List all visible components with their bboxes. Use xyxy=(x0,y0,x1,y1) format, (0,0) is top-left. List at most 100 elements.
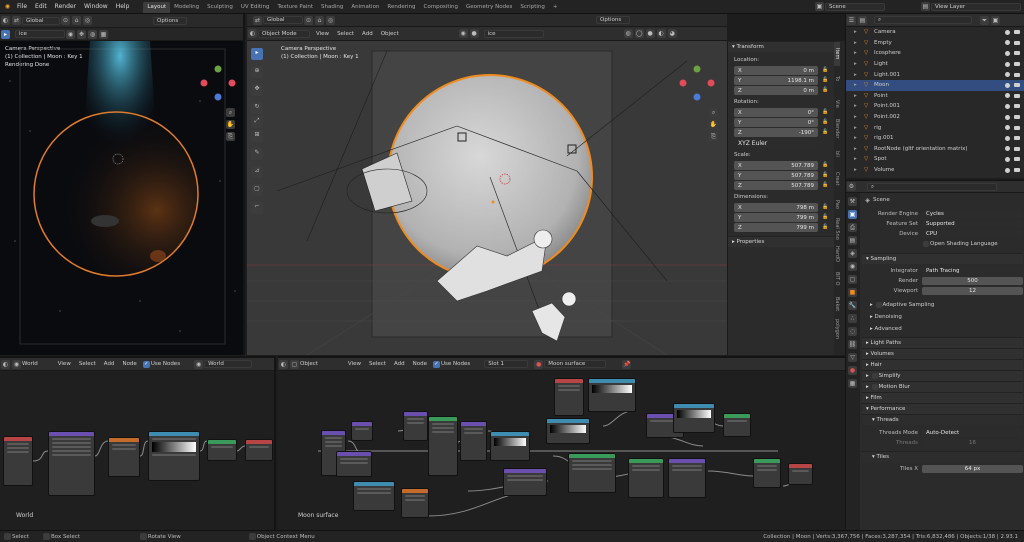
world-node-menu[interactable]: Node xyxy=(122,361,136,367)
shader-node-editor[interactable]: ◐ ▢ Object View Select Add Node ✓ Use No… xyxy=(278,356,845,530)
threads-header[interactable]: ▾ Threads xyxy=(862,414,1023,425)
outliner-item[interactable]: ▸ ▽ Volume xyxy=(846,165,1024,176)
constraints-tab-icon[interactable]: ⛓ xyxy=(848,340,857,349)
outliner-item[interactable]: ▸ ▽ rig xyxy=(846,122,1024,133)
lock-icon[interactable]: 🔓 xyxy=(822,182,828,188)
expand-arrow-icon[interactable]: ▸ xyxy=(854,167,864,173)
outliner-item[interactable]: ▸ ▽ Light xyxy=(846,59,1024,70)
visibility-eye-icon[interactable] xyxy=(1005,29,1010,35)
wireframe-icon[interactable]: ◯ xyxy=(634,29,644,38)
tab-sculpting[interactable]: Sculpting xyxy=(203,2,237,13)
expand-arrow-icon[interactable]: ▸ xyxy=(854,93,864,99)
tab-uv-editing[interactable]: UV Editing xyxy=(237,2,274,13)
viewport-samples-field[interactable]: 12 xyxy=(922,287,1023,295)
view-icon[interactable]: ◉ xyxy=(66,29,75,39)
visibility-eye-icon[interactable] xyxy=(1005,114,1010,120)
measure-tool-icon[interactable]: ⊿ xyxy=(251,166,263,178)
xray-icon[interactable]: ▦ xyxy=(99,29,108,39)
visibility-eye-icon[interactable] xyxy=(1005,156,1010,162)
rotation-y-field[interactable]: Y 0° xyxy=(734,118,818,127)
snap-icon[interactable]: ⌂ xyxy=(72,16,81,25)
physics-tab-icon[interactable]: ◌ xyxy=(848,327,857,336)
render-camera-icon[interactable] xyxy=(1014,30,1020,35)
properties-editor-icon[interactable]: ⚙ xyxy=(847,182,856,191)
tiles-header[interactable]: ▾ Tiles xyxy=(862,451,1023,462)
shading-solid-icon[interactable]: ● xyxy=(469,29,479,38)
location-z-field[interactable]: Z 0 m xyxy=(734,86,818,95)
tab-scripting[interactable]: Scripting xyxy=(516,2,548,13)
side-tab-8[interactable]: HardO xyxy=(834,242,840,266)
world-node-1[interactable] xyxy=(3,436,33,486)
object-type-label[interactable]: Object xyxy=(300,361,318,367)
transform-panel-header[interactable]: ▾ Transform xyxy=(728,41,834,52)
add-menu[interactable]: Add xyxy=(362,31,373,37)
view-layer-tab-icon[interactable]: ▤ xyxy=(848,236,857,245)
pan-hand-icon[interactable]: ✋ xyxy=(226,120,235,129)
add-cube-tool-icon[interactable]: ▢ xyxy=(251,184,263,196)
material-tab-icon[interactable]: ● xyxy=(848,366,857,375)
world-node-2[interactable] xyxy=(48,431,95,496)
shader-view-menu[interactable]: View xyxy=(348,361,361,367)
device-dropdown[interactable]: CPU xyxy=(922,230,1023,238)
rotation-x-field[interactable]: X 0° xyxy=(734,108,818,117)
render-camera-icon[interactable] xyxy=(1014,146,1020,151)
outliner-item[interactable]: ▸ ▽ RootNode (gltf orientation matrix) xyxy=(846,144,1024,155)
proportional-icon[interactable]: ◎ xyxy=(83,16,92,25)
render-engine-dropdown[interactable]: Cycles xyxy=(922,210,1023,218)
world-type-label[interactable]: World xyxy=(22,361,38,367)
slot-dropdown[interactable]: Slot 1 xyxy=(484,360,529,368)
world-node-editor[interactable]: ◐ ◉ World View Select Add Node ✓ Use Nod… xyxy=(0,356,276,530)
hair-header[interactable]: ▸ Hair xyxy=(862,359,1023,370)
tab-modeling[interactable]: Modeling xyxy=(170,2,203,13)
render-camera-icon[interactable] xyxy=(1014,51,1020,56)
expand-arrow-icon[interactable]: ▸ xyxy=(854,50,864,56)
outliner-editor-icon[interactable]: ☰ xyxy=(847,15,856,25)
render-camera-icon[interactable] xyxy=(1014,40,1020,45)
pivot-icon[interactable]: ⊙ xyxy=(304,15,313,25)
shader-select-menu[interactable]: Select xyxy=(369,361,386,367)
rotation-z-field[interactable]: Z -190° xyxy=(734,128,818,137)
expand-arrow-icon[interactable]: ▸ xyxy=(854,103,864,109)
world-use-nodes-checkbox[interactable]: ✓ xyxy=(142,360,150,368)
scene-name-field[interactable]: Scene xyxy=(825,2,885,11)
shader-node-20[interactable] xyxy=(753,458,781,488)
render-camera-icon[interactable] xyxy=(1014,115,1020,120)
tiles-x-field[interactable]: 64 px xyxy=(922,465,1023,473)
world-type-icon[interactable]: ◉ xyxy=(12,359,21,369)
visibility-eye-icon[interactable] xyxy=(1005,167,1010,173)
render-camera-icon[interactable] xyxy=(1014,125,1020,130)
light-paths-header[interactable]: ▸ Light Paths xyxy=(862,337,1023,348)
dimension-y-field[interactable]: Y 799 m xyxy=(734,213,818,222)
tab-rendering[interactable]: Rendering xyxy=(383,2,419,13)
new-collection-icon[interactable]: ▣ xyxy=(991,15,1000,25)
volumes-header[interactable]: ▸ Volumes xyxy=(862,348,1023,359)
cursor-tool-icon[interactable]: ⊕ xyxy=(251,66,263,78)
main-options-dropdown[interactable]: Options xyxy=(596,16,630,24)
main-zoom-icon[interactable]: ⌕ xyxy=(709,108,718,117)
outliner-item[interactable]: ▸ ▽ Spot xyxy=(846,154,1024,165)
visibility-eye-icon[interactable] xyxy=(1005,40,1010,46)
outliner-item[interactable]: ▸ ▽ Point.002 xyxy=(846,112,1024,123)
osl-checkbox[interactable] xyxy=(923,241,929,247)
sampling-header[interactable]: ▾ Sampling xyxy=(862,253,1023,264)
lock-icon[interactable]: 🔓 xyxy=(822,214,828,220)
menu-help[interactable]: Help xyxy=(112,0,134,14)
side-tab-10[interactable]: Baket xyxy=(834,292,840,316)
main-search-input[interactable]: ice xyxy=(483,29,544,38)
side-tab-5[interactable]: Creat xyxy=(834,167,840,191)
shader-node-2[interactable] xyxy=(351,421,373,441)
orientation-dropdown[interactable]: Global xyxy=(22,16,60,25)
lock-icon[interactable]: 🔓 xyxy=(822,129,828,135)
feature-set-dropdown[interactable]: Supported xyxy=(922,220,1023,228)
shader-node-5[interactable] xyxy=(401,488,429,518)
main-viewport[interactable]: ⇄ Global ⊙ ⌂ ◎ Options ◐ Object Mode Vie… xyxy=(247,14,727,355)
object-menu[interactable]: Object xyxy=(381,31,399,37)
shader-node-3[interactable] xyxy=(336,451,372,477)
tab-texture-paint[interactable]: Texture Paint xyxy=(274,2,318,13)
move-tool-icon[interactable]: ✥ xyxy=(251,84,263,96)
mode-dropdown[interactable]: Object Mode xyxy=(258,29,310,38)
object-type-icon[interactable]: ▢ xyxy=(290,359,299,369)
expand-arrow-icon[interactable]: ▸ xyxy=(854,135,864,141)
world-output-node[interactable] xyxy=(245,439,273,461)
render-camera-icon[interactable] xyxy=(1014,168,1020,173)
